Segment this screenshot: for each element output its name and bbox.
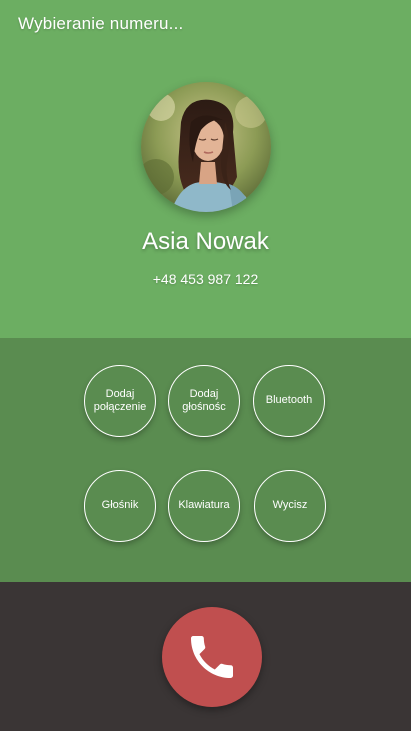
keypad-button[interactable]: Klawiatura	[168, 470, 240, 542]
avatar	[141, 82, 271, 212]
caller-panel: Wybieranie numeru... Asia Nowak +48 453 …	[0, 0, 411, 338]
add-volume-button[interactable]: Dodaj głośnośc	[168, 365, 240, 437]
call-status: Wybieranie numeru...	[18, 14, 184, 33]
speaker-button[interactable]: Głośnik	[84, 470, 156, 542]
bluetooth-button[interactable]: Bluetooth	[253, 365, 325, 437]
add-call-button[interactable]: Dodaj połączenie	[84, 365, 156, 437]
hangup-button[interactable]	[162, 607, 262, 707]
contact-phone-number: +48 453 987 122	[152, 271, 259, 287]
call-controls: Dodaj połączenie Dodaj głośnośc Bluetoot…	[0, 338, 411, 582]
phone-icon	[191, 636, 233, 678]
hangup-panel	[0, 582, 411, 731]
contact-name: Asia Nowak	[142, 228, 269, 255]
contact-photo	[141, 82, 271, 212]
mute-button[interactable]: Wycisz	[254, 470, 326, 542]
